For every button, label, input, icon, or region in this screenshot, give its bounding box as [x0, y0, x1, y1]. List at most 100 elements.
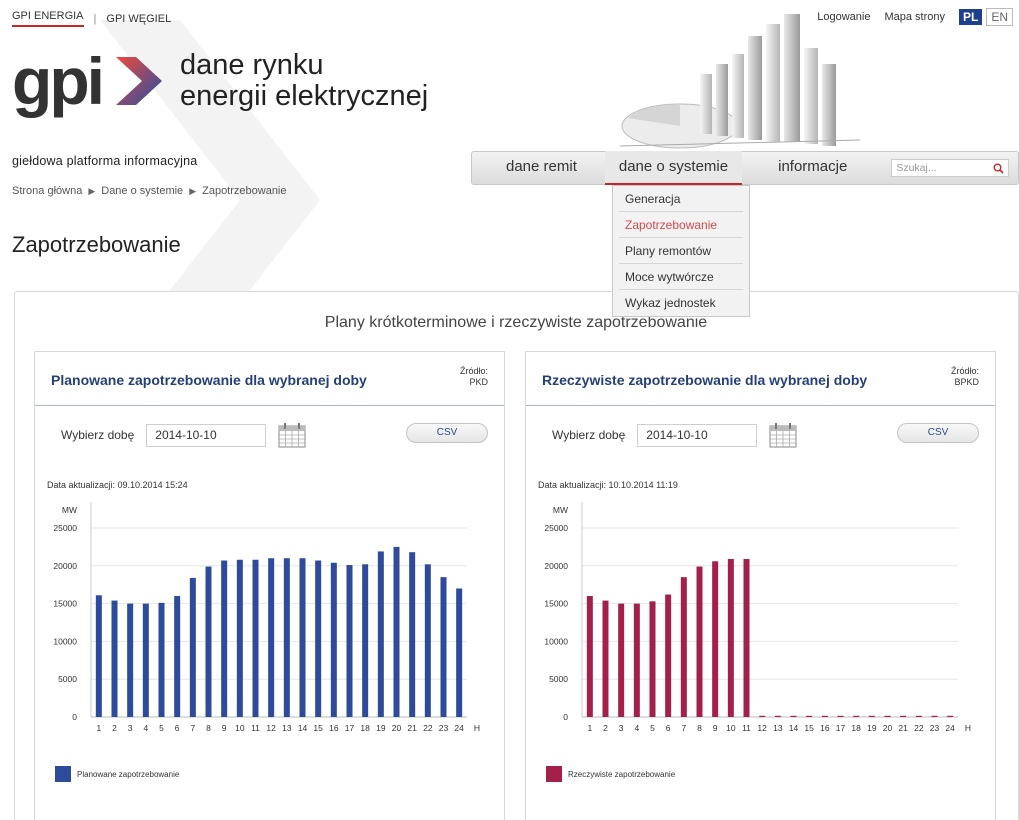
lang-en-button[interactable]: EN — [986, 8, 1013, 26]
lang-pl-button[interactable]: PL — [958, 9, 983, 25]
bar-hour-13 — [283, 558, 290, 717]
csv-button[interactable]: CSV — [897, 423, 979, 443]
x-tick-label: 15 — [313, 723, 323, 733]
bar-hour-5 — [158, 602, 165, 717]
search-input[interactable]: Szukaj... — [891, 159, 1010, 177]
source-label: Źródło: — [950, 366, 979, 376]
date-input[interactable]: 2014-10-10 — [146, 423, 267, 447]
date-picker-row: Wybierz dobę 2014-10-10 — [61, 422, 306, 448]
site-logo[interactable]: gpi dane rynku energii elektrycznej — [12, 48, 428, 114]
bar-hour-20 — [393, 546, 400, 717]
bar-hour-12 — [268, 558, 275, 717]
bar-hour-17 — [837, 715, 844, 717]
x-tick-label: 11 — [251, 723, 260, 733]
bar-hour-11 — [743, 558, 750, 717]
bar-hour-4 — [142, 603, 149, 717]
menu-item-zapotrzebowanie[interactable]: Zapotrzebowanie — [619, 212, 743, 238]
platform-subtitle: giełdowa platforma informacyjna — [12, 154, 198, 168]
bar-hour-14 — [299, 558, 306, 717]
x-tick-label: 6 — [666, 723, 671, 733]
search-icon[interactable] — [993, 163, 1004, 174]
menu-item-moce-wytworcze[interactable]: Moce wytwórcze — [619, 264, 743, 290]
panel-title: Plany krótkoterminowe i rzeczywiste zapo… — [324, 314, 708, 331]
sitemap-link[interactable]: Mapa strony — [884, 11, 945, 23]
gpi-wegiel-link[interactable]: GPI WĘGIEL — [106, 13, 171, 25]
bar-hour-24 — [947, 715, 954, 717]
x-tick-label: 10 — [726, 723, 736, 733]
bar-hour-6 — [665, 594, 672, 717]
x-tick-label: 2 — [603, 723, 608, 733]
menu-item-plany-remontow[interactable]: Plany remontów — [619, 238, 743, 264]
date-input[interactable]: 2014-10-10 — [637, 423, 758, 447]
source-info: Źródło: BPKD — [951, 366, 979, 388]
bar-hour-18 — [853, 715, 860, 717]
x-tick-label: 14 — [789, 723, 799, 733]
login-link[interactable]: Logowanie — [817, 11, 870, 23]
bar-hour-10 — [236, 559, 243, 717]
source-label: Źródło: — [459, 366, 488, 376]
breadcrumb-arrow-icon: ▶ — [189, 186, 197, 196]
legend-label: Rzeczywiste zapotrzebowanie — [568, 769, 676, 779]
x-tick-label: 15 — [804, 723, 814, 733]
bar-hour-8 — [696, 566, 703, 717]
bar-hour-22 — [915, 715, 922, 717]
bar-hour-10 — [727, 558, 734, 717]
card-title: Rzeczywiste zapotrzebowanie dla wybranej… — [542, 372, 868, 388]
breadcrumb-home[interactable]: Strona główna — [12, 185, 82, 197]
y-tick-label: 5000 — [58, 674, 77, 684]
planned-demand-chart: 0500010000150002000025000MW1 2 3 4 5 6 7 8 9 10 11… — [53, 502, 480, 733]
x-tick-label: 6 — [175, 723, 180, 733]
logo-tagline: dane rynku energii elektrycznej — [180, 50, 428, 112]
x-tick-label: 21 — [407, 723, 417, 733]
update-timestamp: Data aktualizacji: 10.10.2014 11:19 — [538, 480, 678, 490]
nav-informacje[interactable]: informacje — [764, 151, 861, 185]
nav-dane-remit[interactable]: dane remit — [492, 151, 591, 185]
x-tick-label: 24 — [945, 723, 955, 733]
tagline-line-1: dane rynku — [179, 49, 324, 81]
x-tick-label: 11 — [742, 723, 751, 733]
bar-hour-2 — [111, 600, 118, 717]
x-tick-label: 17 — [836, 723, 846, 733]
x-tick-label: 13 — [773, 723, 783, 733]
bar-hour-9 — [221, 560, 228, 717]
bar-hour-19 — [377, 551, 384, 717]
utility-links: Logowanie Mapa strony PL EN — [817, 8, 1013, 26]
bar-hour-18 — [362, 564, 369, 717]
y-tick-label: 0 — [72, 712, 77, 722]
x-tick-label: 21 — [898, 723, 908, 733]
menu-item-generacja[interactable]: Generacja — [619, 186, 743, 212]
x-tick-label: 23 — [930, 723, 940, 733]
bar-hour-16 — [330, 562, 337, 717]
y-tick-label: 10000 — [53, 636, 77, 646]
logo-wordmark: gpi — [12, 44, 105, 118]
x-tick-label: 19 — [867, 723, 877, 733]
x-tick-label: 1 — [96, 723, 101, 733]
x-tick-label: 4 — [634, 723, 639, 733]
menu-item-wykaz-jednostek[interactable]: Wykaz jednostek — [619, 290, 743, 316]
y-axis-label: MW — [553, 505, 568, 515]
y-tick-label: 5000 — [549, 674, 568, 684]
csv-button[interactable]: CSV — [406, 423, 488, 443]
y-tick-label: 25000 — [53, 523, 77, 533]
x-tick-label: 22 — [423, 723, 433, 733]
calendar-icon[interactable] — [278, 422, 306, 448]
calendar-icon[interactable] — [769, 422, 797, 448]
x-tick-label: 9 — [713, 723, 718, 733]
gpi-energia-link[interactable]: GPI ENERGIA — [12, 10, 84, 27]
bar-hour-24 — [456, 588, 463, 717]
actual-demand-card: Rzeczywiste zapotrzebowanie dla wybranej… — [525, 351, 996, 820]
nav-dane-o-systemie[interactable]: dane o systemie — [604, 151, 743, 185]
planned-demand-card: Planowane zapotrzebowanie dla wybranej d… — [34, 351, 505, 820]
bar-hour-11 — [252, 559, 259, 717]
breadcrumb-system[interactable]: Dane o systemie — [101, 185, 183, 197]
x-tick-label: 19 — [376, 723, 386, 733]
x-tick-label: 12 — [266, 723, 276, 733]
page-title: Zapotrzebowanie — [12, 232, 181, 257]
card-header: Planowane zapotrzebowanie dla wybranej d… — [35, 352, 504, 406]
legend-swatch — [55, 766, 71, 782]
legend-swatch — [546, 766, 562, 782]
bar-hour-21 — [900, 715, 907, 717]
legend-label: Planowane zapotrzebowanie — [77, 769, 180, 779]
y-tick-label: 15000 — [544, 599, 568, 609]
x-tick-label: 17 — [345, 723, 355, 733]
